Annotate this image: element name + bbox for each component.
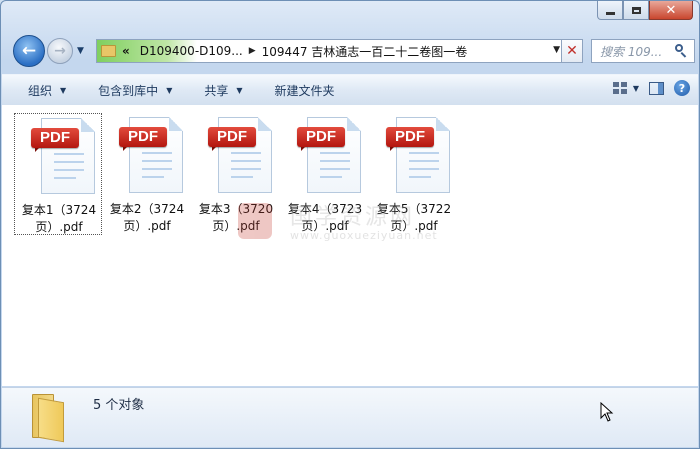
chevron-down-icon[interactable]: ▼ bbox=[633, 84, 639, 93]
organize-label: 组织 bbox=[28, 83, 53, 98]
close-icon: ✕ bbox=[566, 43, 578, 59]
breadcrumb-segment[interactable]: D109400-D109... bbox=[140, 44, 243, 58]
pdf-file-icon: PDF bbox=[297, 117, 363, 195]
file-name-line: 页）.pdf bbox=[390, 219, 438, 233]
recent-pages-dropdown[interactable]: ▼ bbox=[77, 46, 84, 56]
address-overflow-button[interactable]: « bbox=[122, 44, 130, 58]
share-label: 共享 bbox=[204, 83, 229, 98]
back-button[interactable]: ← bbox=[13, 35, 45, 67]
change-view-icon[interactable] bbox=[612, 82, 627, 94]
search-icon[interactable] bbox=[675, 44, 689, 58]
folder-icon bbox=[101, 45, 116, 57]
file-item[interactable]: PDF 复本2（3724 页）.pdf bbox=[103, 113, 191, 235]
minimize-icon bbox=[605, 11, 615, 15]
pdf-file-icon: PDF bbox=[386, 117, 452, 195]
file-item[interactable]: PDF 复本3（3720 页）.pdf bbox=[192, 113, 280, 235]
back-arrow-icon: ← bbox=[21, 41, 37, 61]
breadcrumb-segment[interactable]: 109447 吉林通志一百二十二卷图一卷 bbox=[262, 43, 468, 60]
forward-button[interactable]: → bbox=[47, 38, 73, 64]
file-name-line: 复本1（3724 bbox=[21, 203, 97, 217]
file-item[interactable]: PDF 复本4（3723 页）.pdf bbox=[281, 113, 369, 235]
chevron-down-icon: ▼ bbox=[166, 85, 173, 95]
maximize-button[interactable] bbox=[623, 1, 649, 20]
file-name-line: 复本2（3724 bbox=[109, 202, 185, 216]
chevron-down-icon: ▼ bbox=[60, 85, 67, 95]
preview-pane-icon[interactable] bbox=[649, 81, 664, 95]
file-item[interactable]: PDF 复本1（3724 页）.pdf bbox=[14, 113, 102, 235]
close-button[interactable]: ✕ bbox=[649, 1, 693, 20]
new-folder-button[interactable]: 新建文件夹 bbox=[255, 75, 347, 105]
file-name: 复本4（3723 页）.pdf bbox=[281, 201, 369, 235]
toolbar-right: ▼ ? bbox=[612, 80, 690, 96]
pdf-badge: PDF bbox=[297, 127, 345, 151]
item-count: 5 个对象 bbox=[93, 398, 145, 413]
minimize-button[interactable] bbox=[597, 1, 623, 20]
file-name-line: 页）.pdf bbox=[301, 219, 349, 233]
file-item[interactable]: PDF 复本5（3722 页）.pdf bbox=[370, 113, 458, 235]
search-input[interactable]: 搜索 109... bbox=[600, 43, 675, 60]
include-in-library-label: 包含到库中 bbox=[98, 83, 159, 98]
navigation-bar: ← → ▼ « D109400-D109... ▶ 109447 吉林通志一百二… bbox=[9, 35, 695, 67]
maximize-icon bbox=[631, 6, 641, 14]
caption-buttons: ✕ bbox=[597, 1, 693, 20]
folder-icon bbox=[28, 392, 72, 444]
file-name-line: 页）.pdf bbox=[123, 219, 171, 233]
file-name-line: 复本4（3723 bbox=[287, 202, 363, 216]
close-icon: ✕ bbox=[665, 2, 677, 18]
pdf-badge: PDF bbox=[119, 127, 167, 151]
pdf-file-icon: PDF bbox=[31, 118, 97, 196]
search-box[interactable]: 搜索 109... bbox=[591, 39, 695, 63]
details-pane: 5 个对象 bbox=[2, 387, 698, 447]
address-dropdown-icon[interactable]: ▼ bbox=[553, 45, 560, 55]
file-name-line: 页）.pdf bbox=[35, 220, 83, 234]
file-name: 复本1（3724 页）.pdf bbox=[15, 202, 103, 236]
breadcrumb-chevron-icon[interactable]: ▶ bbox=[249, 46, 256, 56]
explorer-window: ✕ ← → ▼ « D109400-D109... ▶ 109447 吉林通志一… bbox=[0, 0, 700, 449]
pdf-badge: PDF bbox=[31, 128, 79, 152]
new-folder-label: 新建文件夹 bbox=[274, 83, 335, 98]
command-bar: 组织 ▼ 包含到库中 ▼ 共享 ▼ 新建文件夹 ▼ ? bbox=[2, 74, 698, 106]
help-icon[interactable]: ? bbox=[674, 80, 690, 96]
pdf-badge: PDF bbox=[386, 127, 434, 151]
pdf-file-icon: PDF bbox=[208, 117, 274, 195]
chevron-down-icon: ▼ bbox=[236, 85, 243, 95]
pdf-badge: PDF bbox=[208, 127, 256, 151]
file-name: 复本2（3724 页）.pdf bbox=[103, 201, 191, 235]
share-menu[interactable]: 共享 ▼ bbox=[184, 75, 254, 105]
mouse-cursor-icon bbox=[600, 402, 614, 422]
pdf-file-icon: PDF bbox=[119, 117, 185, 195]
file-list[interactable]: PDF 复本1（3724 页）.pdf PDF 复本2（3724 页）.pdf PDF 复本3… bbox=[2, 105, 698, 386]
address-bar[interactable]: « D109400-D109... ▶ 109447 吉林通志一百二十二卷图一卷… bbox=[96, 39, 567, 63]
organize-menu[interactable]: 组织 ▼ bbox=[2, 75, 78, 105]
file-name-line: 页）.pdf bbox=[212, 219, 260, 233]
clear-address-button[interactable]: ✕ bbox=[561, 39, 583, 63]
file-name-line: 复本5（3722 bbox=[376, 202, 452, 216]
file-name: 复本5（3722 页）.pdf bbox=[370, 201, 458, 235]
include-in-library-menu[interactable]: 包含到库中 ▼ bbox=[78, 75, 184, 105]
forward-arrow-icon: → bbox=[54, 43, 66, 59]
file-name-line: 复本3（3720 bbox=[198, 202, 274, 216]
file-name: 复本3（3720 页）.pdf bbox=[192, 201, 280, 235]
